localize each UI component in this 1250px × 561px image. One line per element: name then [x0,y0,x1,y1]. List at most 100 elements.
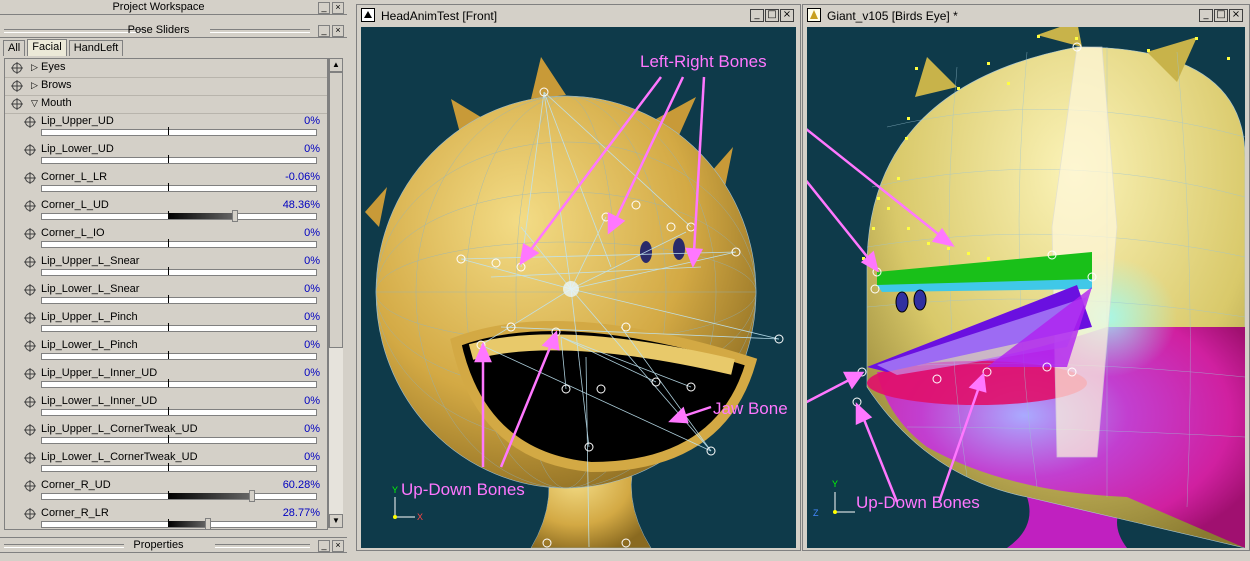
key-cross-icon[interactable] [24,312,36,327]
viewport-front[interactable]: HeadAnimTest [Front] _ □ × Up-Down Bones… [356,4,801,551]
restore-button[interactable]: □ [765,9,779,22]
expanded-triangle-icon[interactable]: ▽ [31,98,38,109]
key-cross-icon[interactable] [24,284,36,299]
slider-value[interactable]: 0% [304,227,320,239]
slider-value[interactable]: 0% [304,367,320,379]
pose-slider[interactable]: Corner_R_LR 28.77% [19,505,325,529]
slider-knob[interactable] [248,490,255,502]
slider-value[interactable]: 60.28% [283,479,320,491]
pose-slider[interactable]: Lip_Upper_L_Snear 0% [19,253,325,281]
birds-eye-canvas[interactable]: Up-Down Bones Y Z [807,27,1245,548]
viewport-birds-eye[interactable]: Giant_v105 [Birds Eye] * _ □ × Up-Down B… [802,4,1250,551]
slider-track[interactable] [41,185,317,192]
key-cross-icon[interactable] [11,80,23,95]
key-cross-icon[interactable] [11,98,23,113]
pose-sliders-minimize-button[interactable]: _ [318,25,330,37]
scroll-down-button[interactable]: ▼ [329,514,343,528]
pose-slider[interactable]: Lip_Lower_L_Snear 0% [19,281,325,309]
slider-track[interactable] [41,353,317,360]
properties-minimize-button[interactable]: _ [318,540,330,552]
tab-all[interactable]: All [3,40,26,56]
slider-value[interactable]: 0% [304,283,320,295]
pose-slider[interactable]: Lip_Upper_L_CornerTweak_UD 0% [19,421,325,449]
slider-value[interactable]: 48.36% [283,199,320,211]
slider-track[interactable] [41,269,317,276]
panel-minimize-button[interactable]: _ [318,2,330,14]
collapsed-triangle-icon[interactable]: ▷ [31,80,38,91]
minimize-button[interactable]: _ [1199,9,1213,22]
pose-slider[interactable]: Corner_L_UD 48.36% [19,197,325,225]
key-cross-icon[interactable] [24,172,36,187]
key-cross-icon[interactable] [24,452,36,467]
slider-track[interactable] [41,297,317,304]
slider-value[interactable]: 0% [304,339,320,351]
close-button[interactable]: × [1229,9,1243,22]
slider-track[interactable] [41,325,317,332]
slider-group[interactable]: ▽ Mouth [5,95,327,114]
pose-slider[interactable]: Corner_L_LR -0.06% [19,169,325,197]
key-cross-icon[interactable] [24,480,36,495]
slider-center-mark [168,407,169,415]
slider-track[interactable] [41,381,317,388]
key-cross-icon[interactable] [24,508,36,523]
key-cross-icon[interactable] [24,256,36,271]
restore-button[interactable]: □ [1214,9,1228,22]
panel-close-button[interactable]: × [332,2,344,14]
slider-value[interactable]: -0.06% [285,171,320,183]
properties-close-button[interactable]: × [332,540,344,552]
slider-group[interactable]: ▷ Eyes [5,59,327,78]
slider-value[interactable]: 0% [304,311,320,323]
slider-knob[interactable] [232,210,239,222]
pose-slider[interactable]: Corner_R_UD 60.28% [19,477,325,505]
slider-track[interactable] [41,465,317,472]
pose-slider[interactable]: Lip_Lower_L_CornerTweak_UD 0% [19,449,325,477]
slider-track[interactable] [41,437,317,444]
slider-track[interactable] [41,409,317,416]
pose-slider[interactable]: Lip_Upper_UD 0% [19,113,325,141]
front-axis-y: Y [392,485,399,495]
key-cross-icon[interactable] [24,228,36,243]
slider-value[interactable]: 0% [304,115,320,127]
pose-slider[interactable]: Lip_Upper_L_Inner_UD 0% [19,365,325,393]
slider-track[interactable] [41,129,317,136]
key-cross-icon[interactable] [24,144,36,159]
slider-list-scrollbar[interactable]: ▲ ▼ [328,58,343,528]
tab-facial[interactable]: Facial [27,39,67,56]
key-cross-icon[interactable] [24,340,36,355]
slider-knob[interactable] [205,518,212,529]
scroll-thumb[interactable] [329,72,343,348]
pose-slider[interactable]: Lip_Lower_L_Pinch 0% [19,337,325,365]
key-cross-icon[interactable] [24,424,36,439]
pose-sliders-close-button[interactable]: × [332,25,344,37]
pose-slider[interactable]: Lip_Upper_L_Pinch 0% [19,309,325,337]
slider-label: Lip_Upper_L_CornerTweak_UD [41,423,198,435]
front-axis-x: X [417,512,424,522]
slider-track[interactable] [41,241,317,248]
pose-slider[interactable]: Corner_L_IO 0% [19,225,325,253]
key-cross-icon[interactable] [24,200,36,215]
slider-value[interactable]: 0% [304,451,320,463]
key-cross-icon[interactable] [11,62,23,77]
slider-value[interactable]: 0% [304,423,320,435]
slider-label: Corner_L_IO [41,227,105,239]
key-cross-icon[interactable] [24,368,36,383]
tab-handleft[interactable]: HandLeft [68,40,124,56]
slider-value[interactable]: 0% [304,255,320,267]
pose-slider[interactable]: Lip_Lower_L_Inner_UD 0% [19,393,325,421]
slider-track[interactable] [41,157,317,164]
pose-slider[interactable]: Lip_Lower_UD 0% [19,141,325,169]
key-cross-icon[interactable] [24,116,36,131]
scroll-up-button[interactable]: ▲ [329,58,343,72]
key-cross-icon[interactable] [24,396,36,411]
collapsed-triangle-icon[interactable]: ▷ [31,62,38,73]
slider-center-mark [168,127,169,135]
slider-value[interactable]: 28.77% [283,507,320,519]
slider-group[interactable]: ▷ Brows [5,77,327,96]
minimize-button[interactable]: _ [750,9,764,22]
front-view-canvas[interactable]: Up-Down Bones Jaw Bone Y X [361,27,796,548]
slider-label: Lip_Lower_L_Pinch [41,339,138,351]
slider-value[interactable]: 0% [304,143,320,155]
slider-value[interactable]: 0% [304,395,320,407]
slider-label: Lip_Upper_L_Inner_UD [41,367,158,379]
close-button[interactable]: × [780,9,794,22]
